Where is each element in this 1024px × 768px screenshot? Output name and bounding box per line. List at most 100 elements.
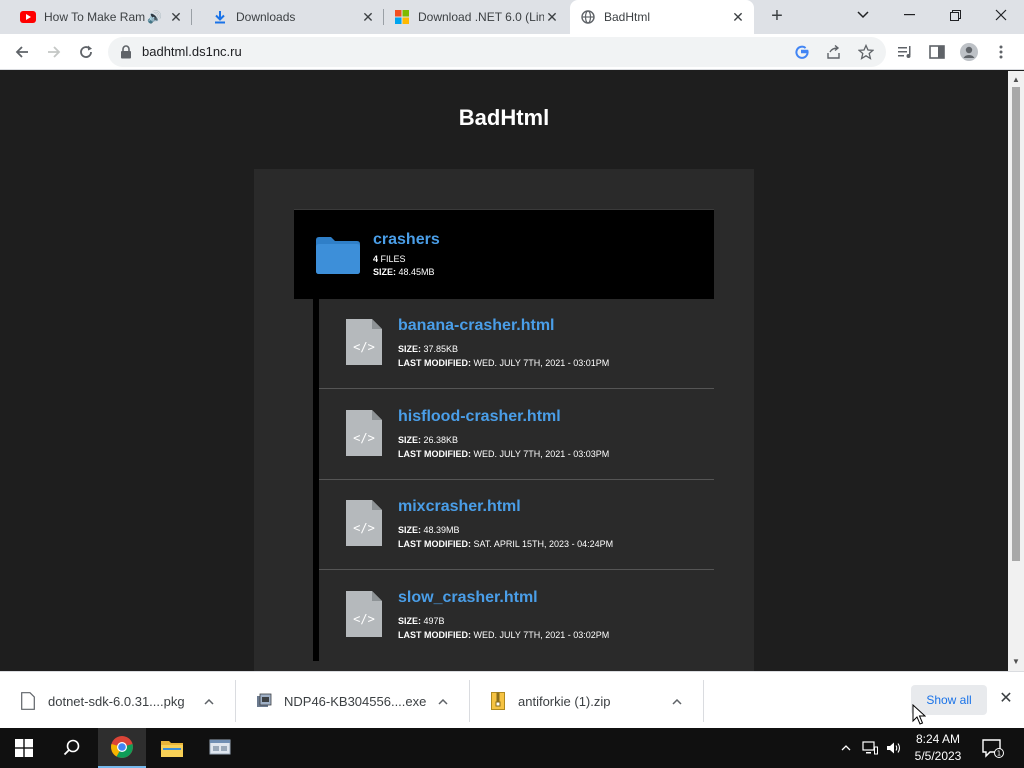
chevron-up-icon[interactable] <box>201 694 217 708</box>
notification-icon[interactable]: 1 <box>980 736 1004 760</box>
modified-label: LAST MODIFIED: <box>398 539 471 549</box>
size-label: SIZE: <box>398 435 422 445</box>
file-count-value: 4 <box>373 254 379 264</box>
close-tab-icon[interactable]: ✕ <box>544 9 560 25</box>
share-icon[interactable] <box>824 42 844 62</box>
app-window-icon[interactable] <box>196 728 244 768</box>
file-row[interactable]: </> hisflood-crasher.html SIZE: 26.38KB … <box>319 390 714 480</box>
new-tab-button[interactable]: + <box>765 5 789 29</box>
youtube-icon <box>20 9 36 25</box>
file-modified: LAST MODIFIED: WED. JULY 7TH, 2021 - 03:… <box>398 630 609 640</box>
html-file-icon[interactable]: </> <box>346 410 382 456</box>
size-value: 48.45MB <box>398 267 435 277</box>
side-panel-icon[interactable] <box>926 41 948 63</box>
file-modified: LAST MODIFIED: WED. JULY 7TH, 2021 - 03:… <box>398 449 609 459</box>
file-row[interactable]: </> slow_crasher.html SIZE: 497B LAST MO… <box>319 571 714 661</box>
file-row[interactable]: </> mixcrasher.html SIZE: 48.39MB LAST M… <box>319 480 714 570</box>
page-scrollbar[interactable]: ▲ ▼ <box>1008 71 1024 671</box>
file-explorer-icon[interactable] <box>148 728 196 768</box>
file-name-link[interactable]: mixcrasher.html <box>398 498 521 516</box>
chevron-up-icon[interactable] <box>669 694 685 708</box>
page-viewport: BadHtml crashers 4 FILES SIZE: 48.45MB <… <box>0 71 1008 671</box>
tab-badhtml[interactable]: BadHtml ✕ <box>570 0 754 34</box>
tab-downloads[interactable]: Downloads ✕ <box>192 0 384 34</box>
download-filename[interactable]: antiforkie (1).zip <box>518 694 669 709</box>
windows-taskbar: 8:24 AM 5/5/2023 1 <box>0 728 1024 768</box>
download-shelf: dotnet-sdk-6.0.31....pkg NDP46-KB304556.… <box>0 671 1024 728</box>
address-bar[interactable]: badhtml.ds1nc.ru <box>108 37 886 67</box>
html-file-icon[interactable]: </> <box>346 319 382 365</box>
folder-name-link[interactable]: crashers <box>373 231 440 249</box>
size-value: 48.39MB <box>423 525 460 535</box>
close-tab-icon[interactable]: ✕ <box>360 9 376 25</box>
back-button[interactable] <box>8 38 36 66</box>
file-size: SIZE: 48.39MB <box>398 525 460 535</box>
close-tab-icon[interactable]: ✕ <box>730 9 746 25</box>
size-label: SIZE: <box>398 525 422 535</box>
chrome-taskbar-icon[interactable] <box>98 728 146 768</box>
installer-icon <box>256 692 272 710</box>
size-value: 497B <box>423 616 445 626</box>
modified-value: SAT. APRIL 15TH, 2023 - 04:24PM <box>473 539 614 549</box>
html-file-icon[interactable]: </> <box>346 591 382 637</box>
lock-icon[interactable] <box>120 45 132 59</box>
close-window-button[interactable] <box>978 0 1024 30</box>
volume-icon[interactable] <box>884 738 904 758</box>
download-filename[interactable]: dotnet-sdk-6.0.31....pkg <box>48 694 201 709</box>
download-item[interactable]: NDP46-KB304556....exe <box>236 680 470 722</box>
google-icon[interactable] <box>792 42 812 62</box>
file-row[interactable]: </> banana-crasher.html SIZE: 37.85KB LA… <box>319 299 714 389</box>
scroll-down-icon[interactable]: ▼ <box>1008 655 1024 669</box>
menu-kebab-icon[interactable] <box>990 41 1012 63</box>
file-modified: LAST MODIFIED: SAT. APRIL 15TH, 2023 - 0… <box>398 539 613 549</box>
file-size: SIZE: 26.38KB <box>398 435 458 445</box>
forward-button[interactable] <box>40 38 68 66</box>
modified-label: LAST MODIFIED: <box>398 358 471 368</box>
microsoft-icon <box>394 9 410 25</box>
bookmark-star-icon[interactable] <box>856 42 876 62</box>
download-item[interactable]: dotnet-sdk-6.0.31....pkg <box>0 680 236 722</box>
mouse-cursor-icon <box>912 703 927 726</box>
modified-label: LAST MODIFIED: <box>398 630 471 640</box>
browser-toolbar: badhtml.ds1nc.ru <box>0 34 1024 70</box>
close-tab-icon[interactable]: ✕ <box>168 9 184 25</box>
clock-time: 8:24 AM <box>915 732 961 746</box>
reload-button[interactable] <box>72 38 100 66</box>
scroll-up-icon[interactable]: ▲ <box>1008 73 1024 87</box>
tab-youtube[interactable]: How To Make Ram 🔊 ✕ <box>0 0 192 34</box>
svg-text:1: 1 <box>997 750 1001 758</box>
search-icon[interactable] <box>48 728 96 768</box>
restore-button[interactable] <box>932 0 978 30</box>
tab-dotnet[interactable]: Download .NET 6.0 (Lin ✕ <box>384 0 568 34</box>
close-shelf-icon[interactable]: ✕ <box>996 689 1016 709</box>
size-label: SIZE: <box>373 267 397 277</box>
html-file-icon[interactable]: </> <box>346 500 382 546</box>
file-size: SIZE: 37.85KB <box>398 344 458 354</box>
chevron-up-icon[interactable] <box>836 738 856 758</box>
minimize-button[interactable] <box>886 0 932 30</box>
chevron-up-icon[interactable] <box>435 694 451 708</box>
file-name-link[interactable]: slow_crasher.html <box>398 589 538 607</box>
file-modified: LAST MODIFIED: WED. JULY 7TH, 2021 - 03:… <box>398 358 609 368</box>
page-title: BadHtml <box>458 105 550 130</box>
download-item[interactable]: antiforkie (1).zip <box>470 680 704 722</box>
url-text[interactable]: badhtml.ds1nc.ru <box>142 44 242 59</box>
size-value: 26.38KB <box>423 435 459 445</box>
profile-avatar-icon[interactable] <box>958 41 980 63</box>
start-button[interactable] <box>0 728 48 768</box>
zip-icon <box>490 692 506 710</box>
folder-icon[interactable] <box>316 236 360 274</box>
tab-search-button[interactable] <box>840 0 886 30</box>
media-control-icon[interactable] <box>894 41 916 63</box>
system-clock[interactable]: 8:24 AM 5/5/2023 <box>910 731 966 765</box>
scroll-thumb[interactable] <box>1012 87 1020 561</box>
speaker-icon[interactable]: 🔊 <box>147 10 162 24</box>
file-name-link[interactable]: hisflood-crasher.html <box>398 408 561 426</box>
svg-text:</>: </> <box>353 431 375 445</box>
download-filename[interactable]: NDP46-KB304556....exe <box>284 694 435 709</box>
network-icon[interactable] <box>860 738 880 758</box>
folder-row[interactable]: crashers 4 FILES SIZE: 48.45MB <box>294 209 714 299</box>
file-size: SIZE: 497B <box>398 616 445 626</box>
tab-title: BadHtml <box>604 10 651 24</box>
file-name-link[interactable]: banana-crasher.html <box>398 317 555 335</box>
